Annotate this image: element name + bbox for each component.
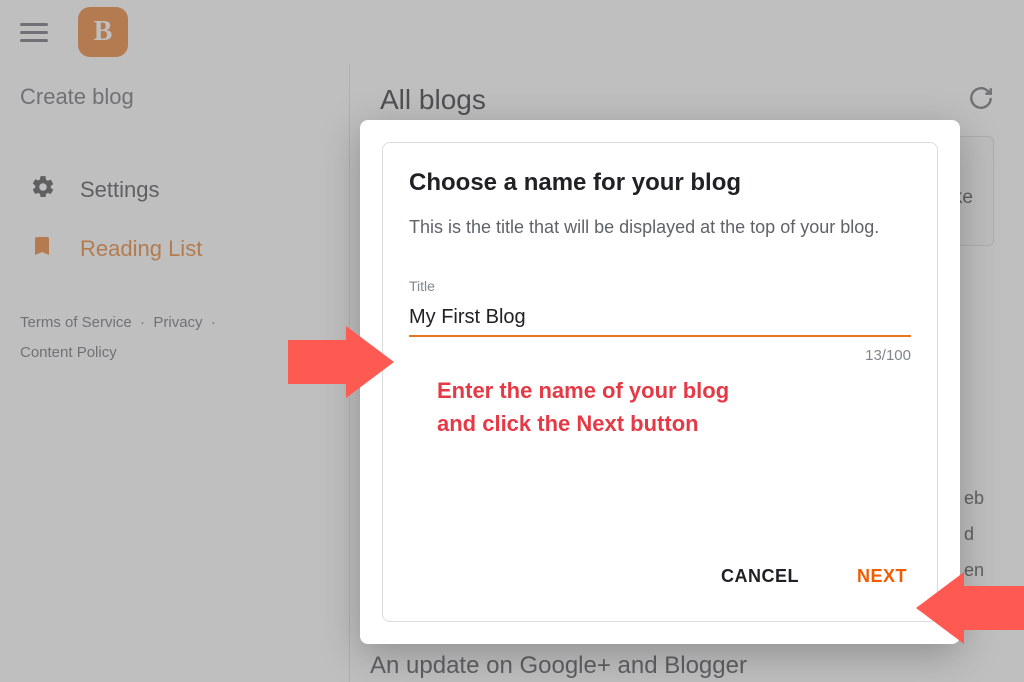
next-button[interactable]: NEXT (853, 558, 911, 595)
create-blog-modal: Choose a name for your blog This is the … (360, 120, 960, 644)
tutorial-annotation: Enter the name of your blog and click th… (409, 374, 911, 440)
char-counter: 13/100 (409, 347, 911, 364)
modal-subtitle: This is the title that will be displayed… (409, 217, 911, 238)
modal-title: Choose a name for your blog (409, 169, 911, 197)
blog-title-input[interactable] (409, 300, 911, 337)
title-input-label: Title (409, 278, 911, 294)
cancel-button[interactable]: CANCEL (717, 558, 803, 595)
